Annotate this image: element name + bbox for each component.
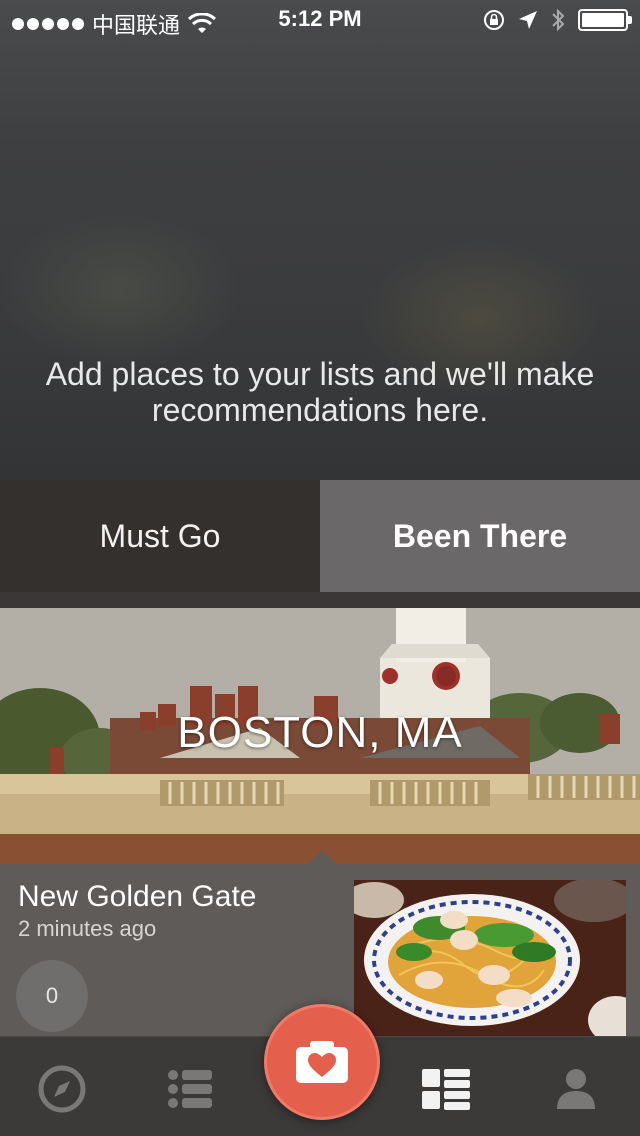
- lists-tab[interactable]: [164, 1063, 216, 1115]
- city-title: BOSTON, MA: [177, 708, 463, 757]
- list-icon: [168, 1070, 212, 1108]
- status-bar: 中国联通 5:12 PM: [0, 0, 640, 40]
- food-photo-image: [354, 880, 626, 1036]
- tab-must-go[interactable]: Must Go: [0, 480, 320, 592]
- profile-tab[interactable]: [550, 1063, 602, 1115]
- city-card[interactable]: BOSTON, MA: [0, 608, 640, 864]
- camera-button[interactable]: [264, 1004, 380, 1120]
- empty-recommendations-message: Add places to your lists and we'll make …: [45, 356, 595, 428]
- bluetooth-icon: [552, 8, 565, 32]
- battery-icon: [578, 9, 632, 31]
- like-count-button[interactable]: 0: [16, 960, 88, 1032]
- grid-list-icon: [422, 1069, 470, 1110]
- list-tabs: Must Go Been There: [0, 480, 640, 592]
- profile-icon: [557, 1069, 595, 1109]
- food-photo[interactable]: [354, 880, 626, 1036]
- post-pointer: [308, 850, 336, 864]
- place-name[interactable]: New Golden Gate: [18, 880, 256, 914]
- post-timestamp: 2 minutes ago: [18, 916, 157, 941]
- tab-been-there[interactable]: Been There: [320, 480, 640, 592]
- feed-tab[interactable]: [420, 1063, 472, 1115]
- recommendations-hero: Add places to your lists and we'll make …: [0, 0, 640, 480]
- divider: [0, 592, 640, 608]
- location-arrow-icon: [519, 11, 537, 29]
- explore-tab[interactable]: [36, 1063, 88, 1115]
- compass-icon: [38, 1065, 86, 1113]
- rotation-lock-icon: [484, 10, 504, 30]
- camera-heart-icon: [296, 1041, 348, 1083]
